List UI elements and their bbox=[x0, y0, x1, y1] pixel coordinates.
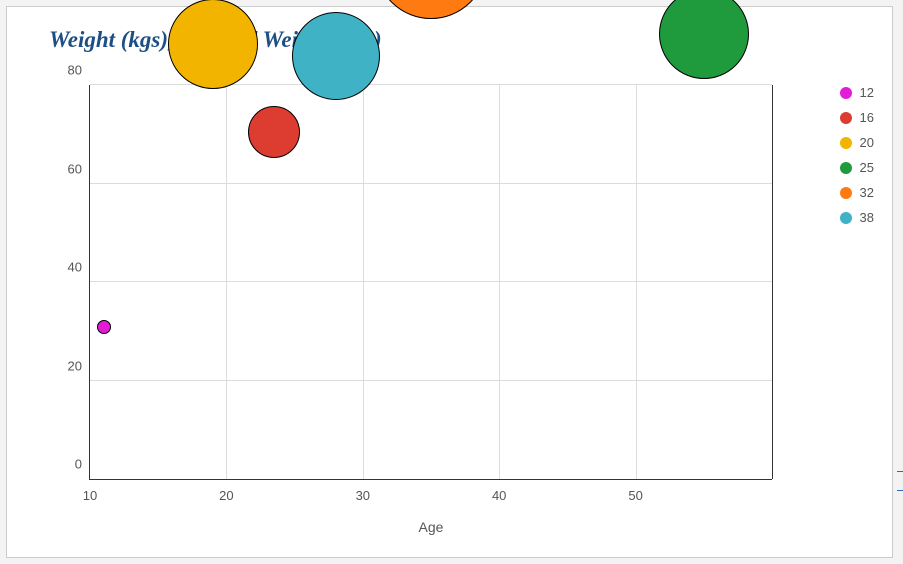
legend-swatch-icon bbox=[840, 212, 852, 224]
x-tick: 50 bbox=[628, 488, 642, 503]
gridline-h bbox=[90, 183, 772, 184]
selection-handle-icon bbox=[897, 471, 903, 491]
legend-item-20[interactable]: 20 bbox=[840, 135, 874, 150]
legend-swatch-icon bbox=[840, 112, 852, 124]
legend-item-32[interactable]: 32 bbox=[840, 185, 874, 200]
y-tick: 60 bbox=[52, 161, 82, 176]
gridline-v bbox=[772, 85, 773, 479]
legend-label: 20 bbox=[860, 135, 874, 150]
y-tick: 40 bbox=[52, 260, 82, 275]
x-tick: 10 bbox=[83, 488, 97, 503]
gridline-v bbox=[499, 85, 500, 479]
bubble-25[interactable] bbox=[659, 0, 749, 79]
legend: 12 16 20 25 32 38 bbox=[840, 85, 874, 235]
x-tick: 20 bbox=[219, 488, 233, 503]
legend-item-12[interactable]: 12 bbox=[840, 85, 874, 100]
gridline-h bbox=[90, 281, 772, 282]
y-tick: 80 bbox=[52, 63, 82, 78]
bubble-38[interactable] bbox=[292, 12, 380, 100]
bubble-32[interactable] bbox=[375, 0, 487, 19]
x-axis-label: Age bbox=[419, 519, 444, 535]
legend-item-38[interactable]: 38 bbox=[840, 210, 874, 225]
x-tick: 40 bbox=[492, 488, 506, 503]
legend-label: 12 bbox=[860, 85, 874, 100]
gridline-h bbox=[90, 380, 772, 381]
gridline-v bbox=[226, 85, 227, 479]
legend-label: 16 bbox=[860, 110, 874, 125]
chart-card: Weight (kgs), Age and Weight (kgs) 0 20 … bbox=[6, 6, 893, 558]
x-tick: 30 bbox=[356, 488, 370, 503]
gridline-v bbox=[636, 85, 637, 479]
legend-item-25[interactable]: 25 bbox=[840, 160, 874, 175]
legend-label: 32 bbox=[860, 185, 874, 200]
gridline-v bbox=[363, 85, 364, 479]
y-tick: 0 bbox=[52, 457, 82, 472]
legend-label: 25 bbox=[860, 160, 874, 175]
y-tick: 20 bbox=[52, 358, 82, 373]
legend-swatch-icon bbox=[840, 137, 852, 149]
legend-item-16[interactable]: 16 bbox=[840, 110, 874, 125]
legend-label: 38 bbox=[860, 210, 874, 225]
bubble-20[interactable] bbox=[168, 0, 258, 89]
legend-swatch-icon bbox=[840, 187, 852, 199]
legend-swatch-icon bbox=[840, 87, 852, 99]
plot-area: 0 20 40 60 80 10 20 30 40 50 Age bbox=[89, 85, 772, 480]
bubble-16[interactable] bbox=[248, 106, 300, 158]
legend-swatch-icon bbox=[840, 162, 852, 174]
bubble-12[interactable] bbox=[97, 320, 111, 334]
